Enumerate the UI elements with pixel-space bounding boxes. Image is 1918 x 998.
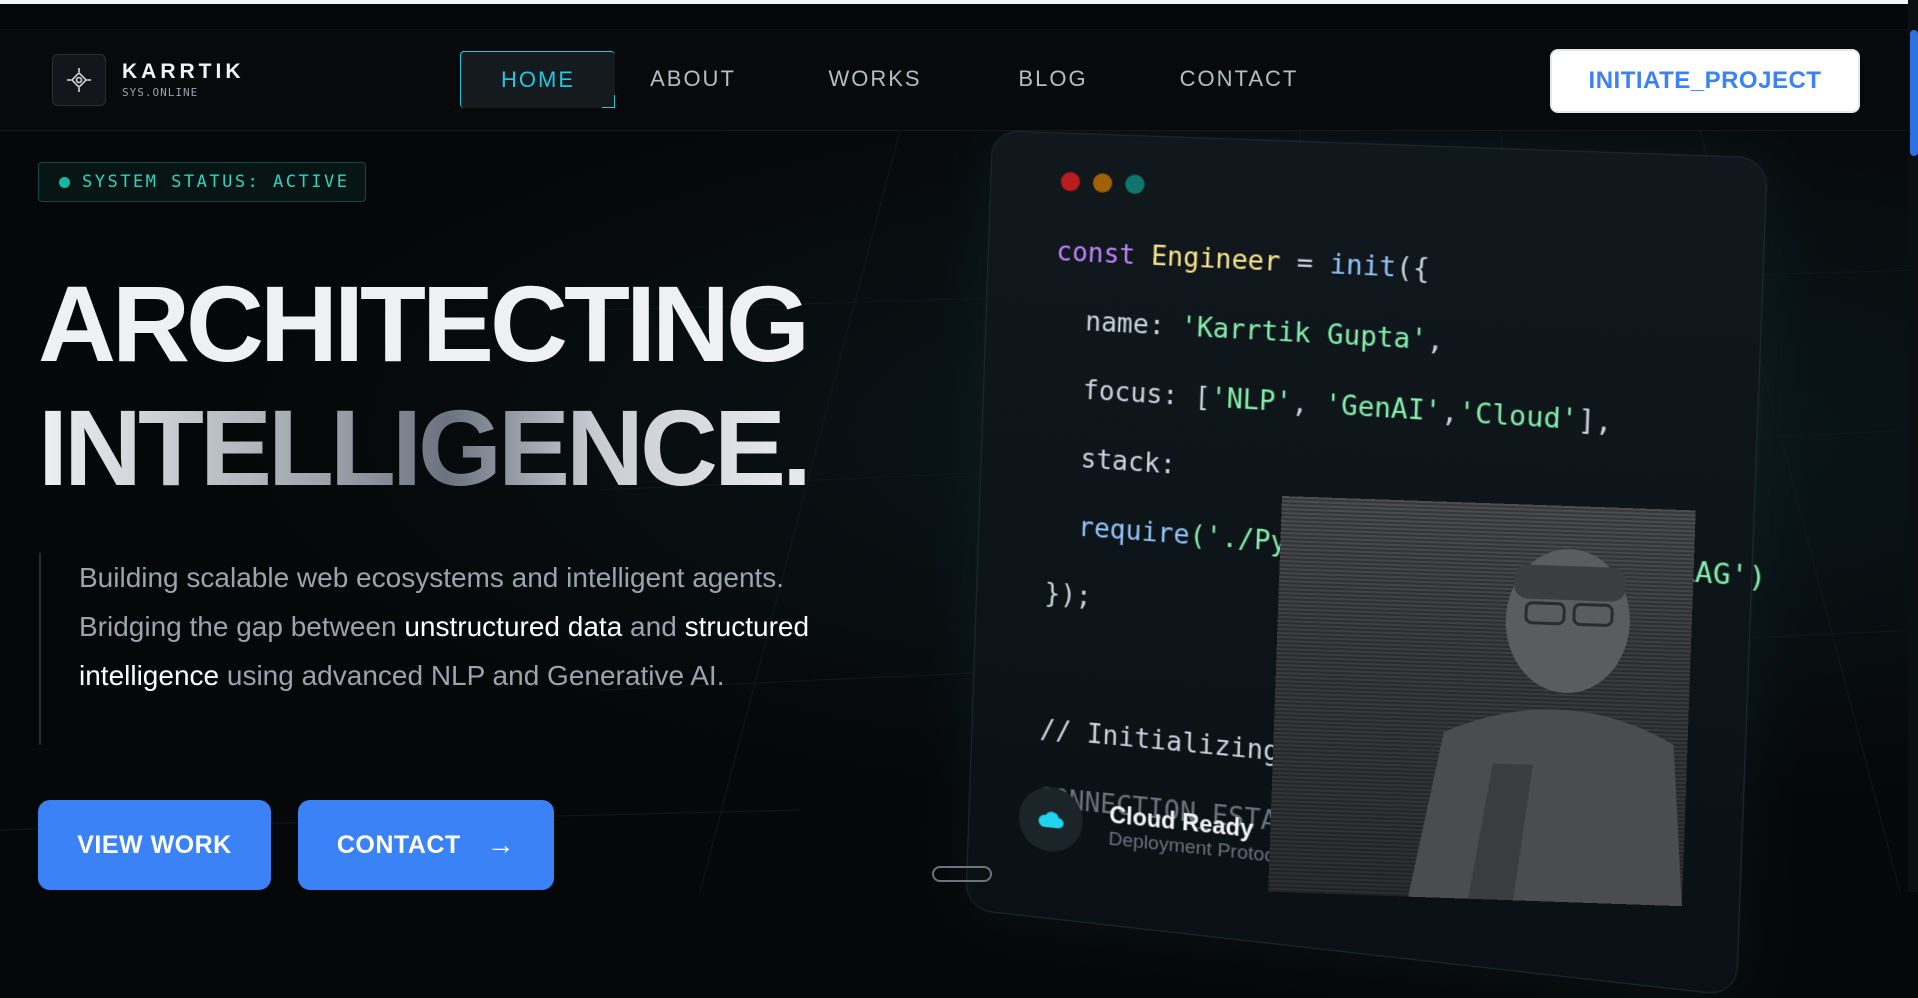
site-header: KARRTIK SYS.ONLINE HOME ABOUT WORKS BLOG… bbox=[0, 29, 1910, 131]
hero-title: ARCHITECTING INTELLIGENCE. bbox=[38, 262, 812, 510]
status-dot-icon bbox=[59, 176, 70, 188]
code-focus-close: ], bbox=[1577, 404, 1614, 439]
logo[interactable] bbox=[52, 54, 106, 106]
code-class: Engineer bbox=[1150, 241, 1281, 279]
nav-contact[interactable]: CONTACT bbox=[1162, 51, 1316, 107]
nav-works[interactable]: WORKS bbox=[822, 51, 928, 107]
code-fn: init bbox=[1329, 249, 1397, 284]
desc-text-2: and bbox=[622, 611, 685, 642]
code-focus-v3: 'Cloud' bbox=[1457, 397, 1579, 437]
code-eq: = bbox=[1279, 247, 1331, 281]
hero-title-line1: ARCHITECTING bbox=[38, 263, 810, 384]
cloud-icon bbox=[1017, 784, 1084, 855]
code-keyword: const bbox=[1055, 237, 1136, 272]
code-require: require bbox=[1077, 512, 1191, 552]
window-minimize-dot-icon bbox=[1092, 172, 1113, 193]
view-work-label: VIEW WORK bbox=[77, 830, 232, 859]
brand-name: KARRTIK bbox=[122, 60, 245, 83]
chip-icon bbox=[67, 68, 91, 92]
nav-blog[interactable]: BLOG bbox=[1008, 51, 1098, 107]
nav-about[interactable]: ABOUT bbox=[638, 51, 748, 107]
top-border bbox=[0, 0, 1918, 4]
desc-highlight-1: unstructured data bbox=[404, 611, 623, 642]
window-maximize-dot-icon bbox=[1124, 174, 1145, 195]
code-name-key: name: bbox=[1084, 307, 1182, 343]
contact-label: CONTACT bbox=[336, 830, 461, 859]
status-text: SYSTEM STATUS: ACTIVE bbox=[82, 172, 350, 192]
code-stack-key: stack: bbox=[1080, 444, 1177, 481]
profile-photo bbox=[1268, 496, 1696, 907]
hero-description: Building scalable web ecosystems and int… bbox=[39, 553, 869, 745]
scrollbar-thumb[interactable] bbox=[1910, 30, 1918, 156]
window-close-dot-icon bbox=[1060, 171, 1081, 192]
code-focus-key: focus: [ bbox=[1082, 375, 1212, 414]
hero-title-dot: . bbox=[782, 387, 812, 508]
code-focus-v2: 'GenAI' bbox=[1324, 389, 1442, 429]
arrow-right-icon: → bbox=[486, 829, 516, 860]
code-open: ({ bbox=[1395, 252, 1431, 286]
contact-button[interactable]: CONTACT → bbox=[298, 800, 554, 890]
code-focus-v1: 'NLP' bbox=[1209, 383, 1293, 419]
status-badge: SYSTEM STATUS: ACTIVE bbox=[38, 162, 366, 202]
code-close: }); bbox=[1044, 578, 1093, 613]
hero-title-line2: INTELLIGENCE bbox=[38, 387, 786, 508]
carousel-indicator[interactable] bbox=[932, 866, 992, 882]
initiate-project-button[interactable]: INITIATE_PROJECT bbox=[1552, 51, 1858, 111]
nav-home[interactable]: HOME bbox=[460, 51, 615, 108]
desc-text-3: using advanced NLP and Generative AI. bbox=[219, 660, 725, 691]
code-name-value: 'Karrtik Gupta' bbox=[1180, 312, 1428, 357]
view-work-button[interactable]: VIEW WORK bbox=[38, 800, 271, 890]
brand-subtitle: SYS.ONLINE bbox=[122, 86, 199, 99]
